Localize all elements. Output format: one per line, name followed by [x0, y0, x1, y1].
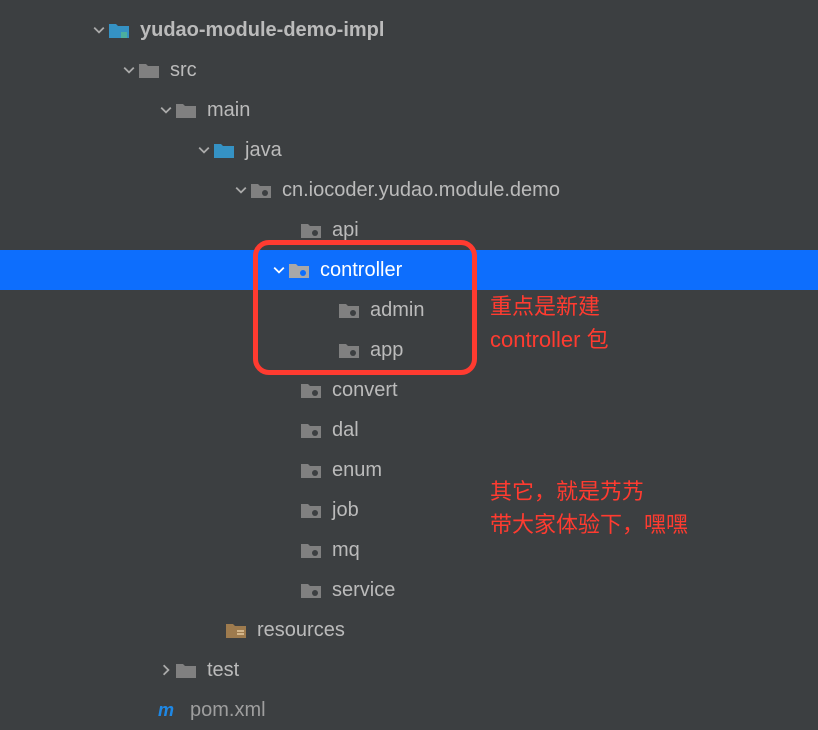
tree-item-label: controller — [320, 259, 402, 282]
tree-item-label: main — [207, 99, 250, 122]
chevron-down-icon[interactable] — [270, 261, 288, 279]
tree-item-label: api — [332, 219, 359, 242]
tree-item-label: job — [332, 499, 359, 522]
tree-item-label: yudao-module-demo-impl — [140, 19, 384, 42]
tree-item-job[interactable]: job — [0, 490, 818, 530]
tree-item-pom[interactable]: m pom.xml — [0, 690, 818, 730]
tree-item-label: app — [370, 339, 403, 362]
package-icon — [300, 219, 322, 241]
tree-item-main[interactable]: main — [0, 90, 818, 130]
tree-item-label: admin — [370, 299, 424, 322]
tree-item-label: mq — [332, 539, 360, 562]
tree-item-convert[interactable]: convert — [0, 370, 818, 410]
module-folder-icon — [108, 19, 130, 41]
tree-item-dal[interactable]: dal — [0, 410, 818, 450]
svg-text:m: m — [158, 700, 174, 720]
tree-item-src[interactable]: src — [0, 50, 818, 90]
package-icon — [250, 179, 272, 201]
tree-item-controller[interactable]: controller — [0, 250, 818, 290]
chevron-down-icon[interactable] — [120, 61, 138, 79]
annotation-line: 其它，就是艿艿 — [490, 475, 688, 508]
source-folder-icon — [213, 139, 235, 161]
tree-item-label: service — [332, 579, 395, 602]
tree-item-app[interactable]: app — [0, 330, 818, 370]
annotation-text-1: 重点是新建 controller 包 — [490, 290, 609, 356]
tree-item-label: java — [245, 139, 282, 162]
tree-item-api[interactable]: api — [0, 210, 818, 250]
folder-icon — [138, 59, 160, 81]
annotation-line: 带大家体验下，嘿嘿 — [490, 508, 688, 541]
folder-icon — [175, 99, 197, 121]
chevron-down-icon[interactable] — [90, 21, 108, 39]
package-icon — [300, 579, 322, 601]
package-icon — [300, 419, 322, 441]
package-icon — [338, 339, 360, 361]
package-icon — [288, 259, 310, 281]
chevron-down-icon[interactable] — [195, 141, 213, 159]
chevron-down-icon[interactable] — [157, 101, 175, 119]
project-tree: yudao-module-demo-impl src main java cn.… — [0, 0, 818, 730]
tree-item-label: resources — [257, 619, 345, 642]
chevron-down-icon[interactable] — [232, 181, 250, 199]
package-icon — [300, 379, 322, 401]
package-icon — [300, 499, 322, 521]
package-icon — [300, 539, 322, 561]
tree-item-label: pom.xml — [190, 699, 266, 722]
annotation-text-2: 其它，就是艿艿 带大家体验下，嘿嘿 — [490, 475, 688, 541]
maven-file-icon: m — [158, 699, 180, 721]
tree-item-label: convert — [332, 379, 398, 402]
tree-item-label: cn.iocoder.yudao.module.demo — [282, 179, 560, 202]
resources-folder-icon — [225, 619, 247, 641]
tree-item-label: src — [170, 59, 197, 82]
tree-item-label: test — [207, 659, 239, 682]
annotation-line: 重点是新建 — [490, 290, 609, 323]
tree-item-label: dal — [332, 419, 359, 442]
tree-item-java[interactable]: java — [0, 130, 818, 170]
tree-item-service[interactable]: service — [0, 570, 818, 610]
tree-item-resources[interactable]: resources — [0, 610, 818, 650]
tree-item-test[interactable]: test — [0, 650, 818, 690]
tree-item-package-root[interactable]: cn.iocoder.yudao.module.demo — [0, 170, 818, 210]
tree-item-label: enum — [332, 459, 382, 482]
package-icon — [338, 299, 360, 321]
tree-item-admin[interactable]: admin — [0, 290, 818, 330]
tree-item-module-root[interactable]: yudao-module-demo-impl — [0, 10, 818, 50]
annotation-line: controller 包 — [490, 323, 609, 356]
tree-item-mq[interactable]: mq — [0, 530, 818, 570]
tree-item-enum[interactable]: enum — [0, 450, 818, 490]
folder-icon — [175, 659, 197, 681]
chevron-right-icon[interactable] — [157, 661, 175, 679]
package-icon — [300, 459, 322, 481]
